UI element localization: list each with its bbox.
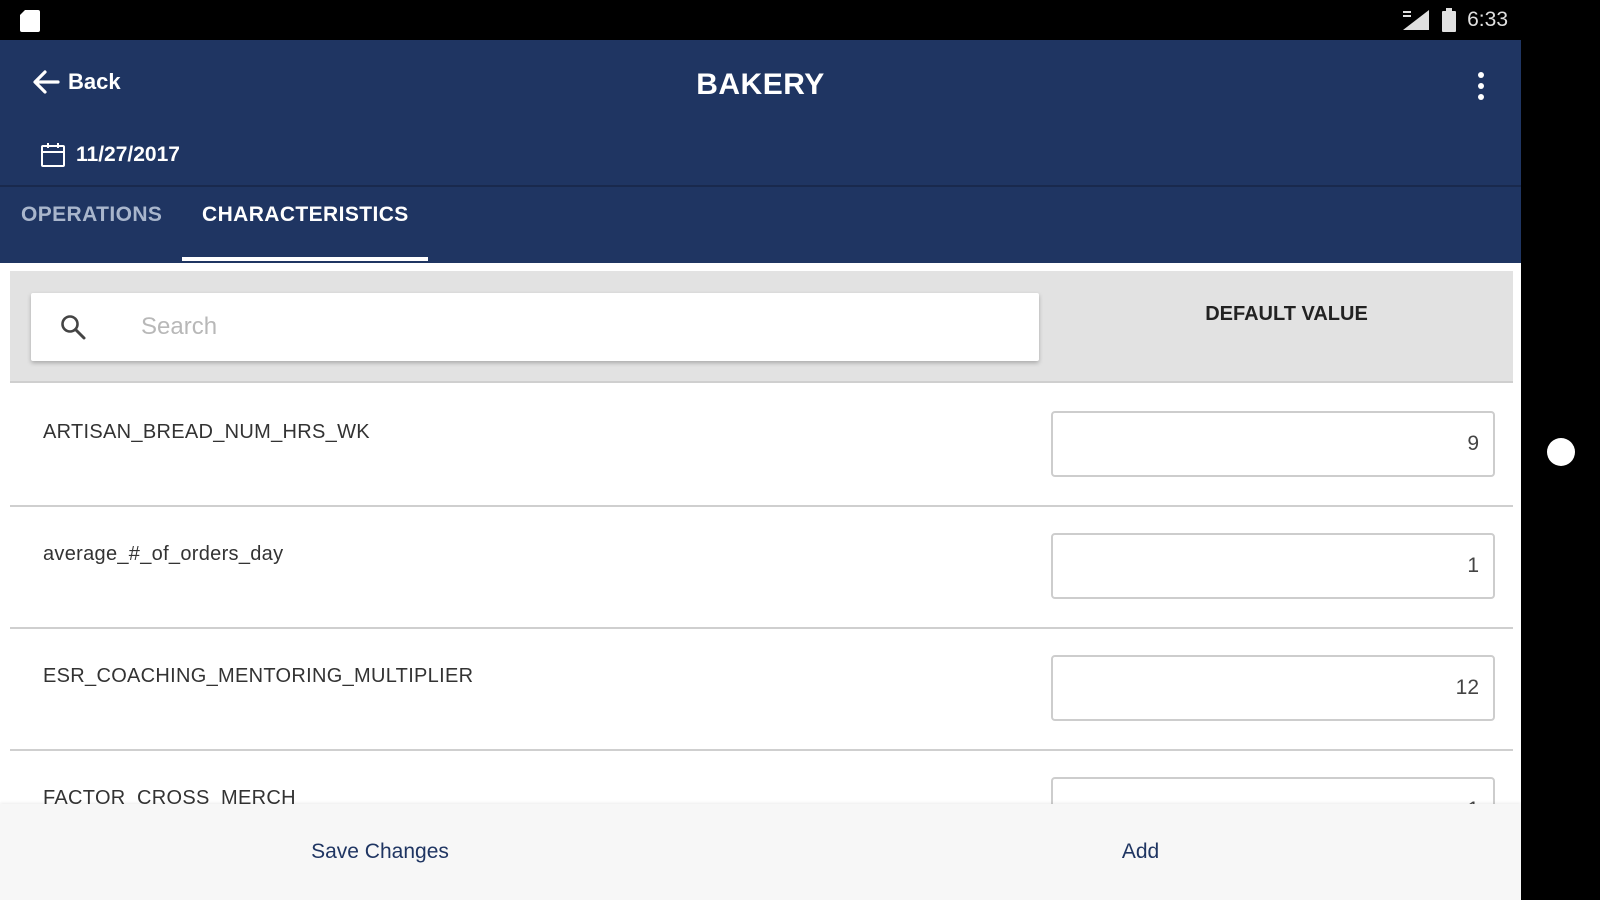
- app-header: Back BAKERY 11/27/2017 OPERATIONS CHARAC…: [0, 40, 1521, 263]
- characteristic-name: ARTISAN_BREAD_NUM_HRS_WK: [43, 421, 370, 443]
- tab-characteristics[interactable]: CHARACTERISTICS: [202, 203, 409, 227]
- search-input[interactable]: [141, 307, 1021, 347]
- save-changes-button[interactable]: Save Changes: [0, 804, 760, 900]
- sd-card-icon: [20, 10, 40, 32]
- default-value-column-header: DEFAULT VALUE: [1205, 303, 1368, 325]
- default-value-input[interactable]: [1051, 411, 1495, 477]
- tab-operations[interactable]: OPERATIONS: [21, 203, 162, 227]
- more-vert-icon: [1478, 72, 1484, 78]
- active-tab-indicator: [182, 257, 428, 261]
- header-divider: [0, 185, 1521, 187]
- table-row: ESR_COACHING_MENTORING_MULTIPLIER: [10, 629, 1513, 751]
- bottom-action-bar: Save Changes Add: [0, 804, 1521, 900]
- default-value-input[interactable]: [1051, 533, 1495, 599]
- table-row: ARTISAN_BREAD_NUM_HRS_WK: [10, 385, 1513, 507]
- battery-icon: [1442, 8, 1457, 32]
- date-label: 11/27/2017: [76, 143, 180, 166]
- calendar-icon: [41, 143, 65, 167]
- status-bar: 6:33: [0, 0, 1600, 40]
- page-title: BAKERY: [696, 68, 825, 101]
- status-time: 6:33: [1467, 8, 1508, 31]
- signal-icon: [1403, 10, 1430, 30]
- table-header: DEFAULT VALUE: [10, 271, 1513, 383]
- date-picker[interactable]: 11/27/2017: [40, 142, 180, 168]
- characteristics-panel: DEFAULT VALUE ARTISAN_BREAD_NUM_HRS_WK a…: [10, 271, 1513, 873]
- default-value-input[interactable]: [1051, 655, 1495, 721]
- status-right: 6:33: [1401, 8, 1508, 32]
- app-window: Back BAKERY 11/27/2017 OPERATIONS CHARAC…: [0, 40, 1521, 900]
- add-button[interactable]: Add: [760, 804, 1521, 900]
- table-row: average_#_of_orders_day: [10, 507, 1513, 629]
- search-icon: [61, 315, 86, 340]
- characteristic-name: ESR_COACHING_MENTORING_MULTIPLIER: [43, 665, 474, 687]
- navigation-handle[interactable]: [1547, 438, 1575, 466]
- overflow-menu-button[interactable]: [1471, 70, 1491, 102]
- search-box[interactable]: [31, 293, 1039, 361]
- characteristic-name: average_#_of_orders_day: [43, 543, 284, 565]
